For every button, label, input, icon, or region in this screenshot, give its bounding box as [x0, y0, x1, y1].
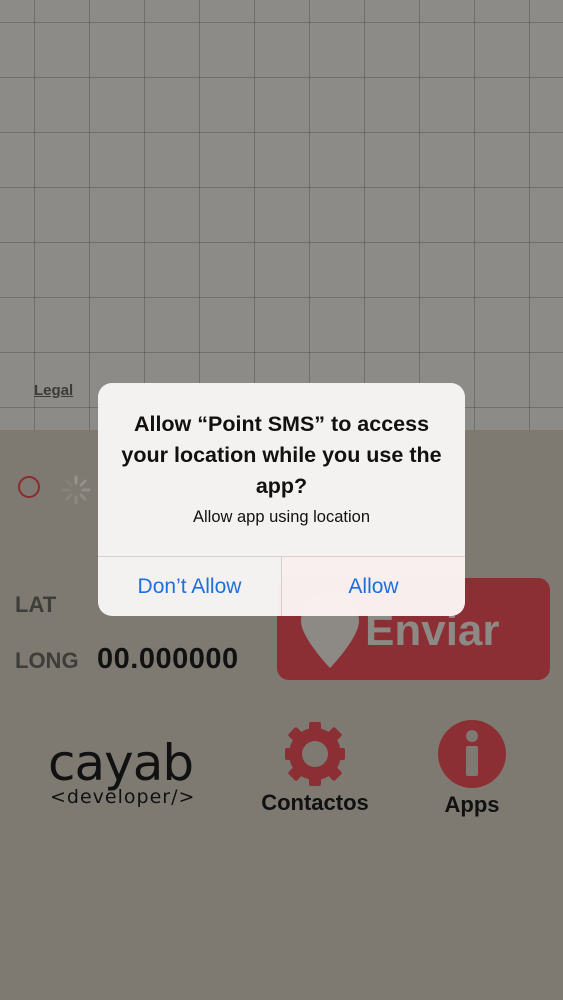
alert-title: Allow “Point SMS” to access your locatio… [121, 412, 442, 498]
location-permission-alert: Allow “Point SMS” to access your locatio… [98, 383, 465, 616]
dont-allow-button[interactable]: Don’t Allow [98, 557, 281, 616]
allow-button[interactable]: Allow [282, 557, 465, 616]
alert-message: Allow app using location [192, 508, 371, 526]
